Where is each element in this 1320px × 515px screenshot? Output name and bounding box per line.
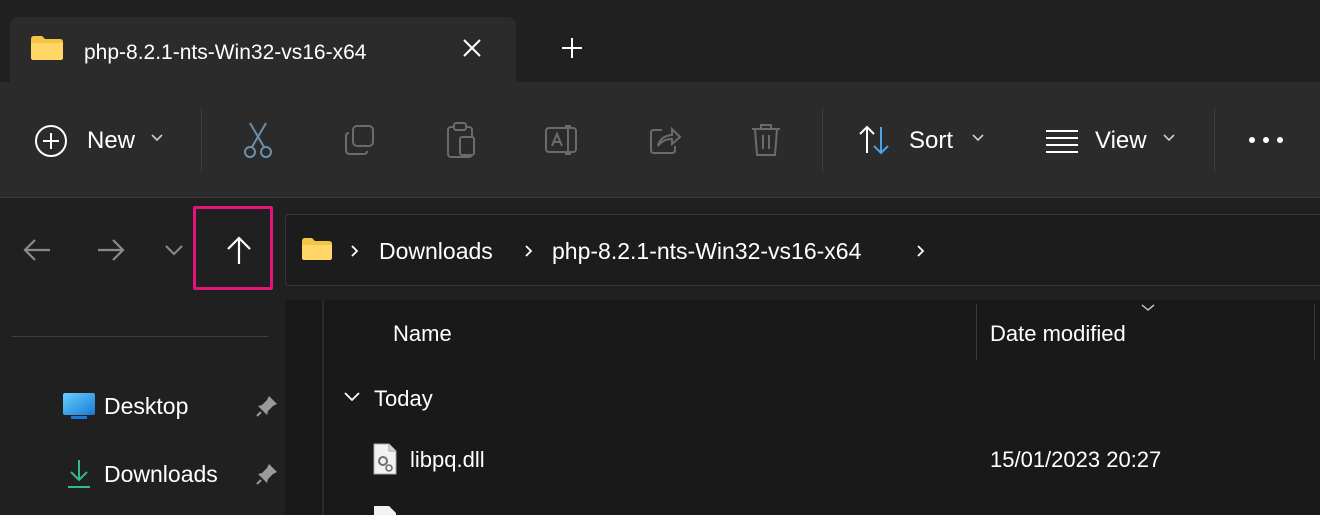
back-icon[interactable]	[22, 237, 52, 263]
view-icon[interactable]	[1044, 128, 1080, 154]
chevron-down-icon	[150, 133, 164, 143]
file-name[interactable]: libpq.dll	[410, 445, 485, 475]
sort-button[interactable]: Sort	[909, 126, 953, 156]
address-folder-icon	[301, 237, 333, 261]
breadcrumb-separator-icon[interactable]	[350, 244, 360, 258]
new-tab-icon[interactable]	[560, 36, 584, 60]
paste-icon[interactable]	[445, 121, 477, 159]
nav-divider	[12, 336, 268, 337]
column-separator[interactable]	[1314, 304, 1315, 360]
share-icon[interactable]	[648, 124, 682, 156]
group-header-today[interactable]: Today	[374, 384, 433, 414]
sort-indicator-chevron-icon	[1140, 303, 1156, 312]
toolbar-divider	[201, 108, 202, 172]
column-header-name[interactable]: Name	[393, 319, 452, 349]
new-icon[interactable]	[34, 124, 68, 158]
pin-icon[interactable]	[255, 394, 279, 418]
rename-icon[interactable]	[544, 124, 582, 156]
nav-item-downloads[interactable]: Downloads	[104, 459, 218, 489]
up-button-highlight	[193, 206, 273, 290]
more-icon[interactable]	[1248, 135, 1284, 145]
folder-icon	[30, 35, 64, 61]
tab-title: php-8.2.1-nts-Win32-vs16-x64	[84, 41, 367, 64]
chevron-down-icon	[1162, 133, 1176, 143]
breadcrumb-separator-icon[interactable]	[524, 244, 534, 258]
pin-icon[interactable]	[255, 462, 279, 486]
breadcrumb-downloads[interactable]: Downloads	[379, 236, 493, 266]
file-icon-partial	[372, 505, 398, 515]
breadcrumb-current-folder[interactable]: php-8.2.1-nts-Win32-vs16-x64	[552, 236, 861, 266]
nav-item-desktop[interactable]: Desktop	[104, 391, 188, 421]
new-button[interactable]: New	[87, 126, 135, 156]
toolbar-divider	[1214, 108, 1215, 172]
column-separator[interactable]	[976, 304, 977, 360]
copy-icon[interactable]	[343, 124, 377, 156]
downloads-icon	[66, 458, 92, 490]
toolbar-divider	[822, 108, 823, 172]
desktop-icon	[62, 392, 96, 420]
chevron-down-icon	[971, 133, 985, 143]
file-date-modified: 15/01/2023 20:27	[990, 447, 1162, 472]
view-button[interactable]: View	[1095, 126, 1147, 156]
group-collapse-chevron-icon[interactable]	[343, 391, 361, 403]
pane-splitter[interactable]	[322, 300, 324, 515]
recent-locations-chevron-icon[interactable]	[164, 244, 184, 256]
column-header-date-modified[interactable]: Date modified	[990, 319, 1126, 349]
delete-icon[interactable]	[750, 122, 782, 158]
sort-icon[interactable]	[857, 123, 893, 157]
breadcrumb-separator-icon[interactable]	[916, 244, 926, 258]
close-tab-icon[interactable]	[460, 36, 484, 60]
cut-icon[interactable]	[242, 121, 274, 159]
dll-file-icon	[372, 443, 398, 475]
forward-icon[interactable]	[96, 237, 126, 263]
